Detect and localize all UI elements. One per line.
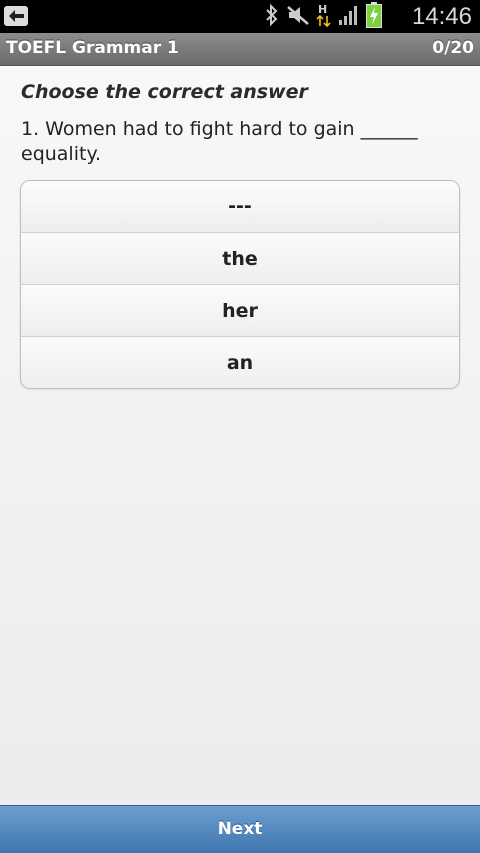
- answer-option[interactable]: her: [21, 284, 459, 336]
- signal-icon: [338, 3, 360, 31]
- status-bar: H 14:46: [0, 0, 480, 33]
- next-button[interactable]: Next: [0, 805, 480, 853]
- progress-counter: 0/20: [432, 38, 474, 58]
- status-icons: H: [264, 2, 382, 32]
- question-text: 1. Women had to fight hard to gain _____…: [21, 118, 418, 165]
- app-title: TOEFL Grammar 1: [6, 38, 179, 58]
- answer-option[interactable]: ---: [21, 181, 459, 232]
- answer-option[interactable]: an: [21, 336, 459, 388]
- battery-charging-icon: [366, 2, 382, 32]
- answer-options-list: --- the her an: [20, 180, 460, 389]
- status-time: 14:46: [411, 3, 472, 30]
- hsdpa-icon: H: [316, 2, 332, 32]
- answer-option[interactable]: the: [21, 232, 459, 284]
- network-type-label: H: [318, 3, 327, 16]
- bluetooth-icon: [264, 3, 280, 31]
- instruction-text: Choose the correct answer: [21, 81, 308, 103]
- mute-icon: [286, 3, 310, 31]
- title-bar: TOEFL Grammar 1 0/20: [0, 33, 480, 66]
- back-icon[interactable]: [3, 5, 29, 27]
